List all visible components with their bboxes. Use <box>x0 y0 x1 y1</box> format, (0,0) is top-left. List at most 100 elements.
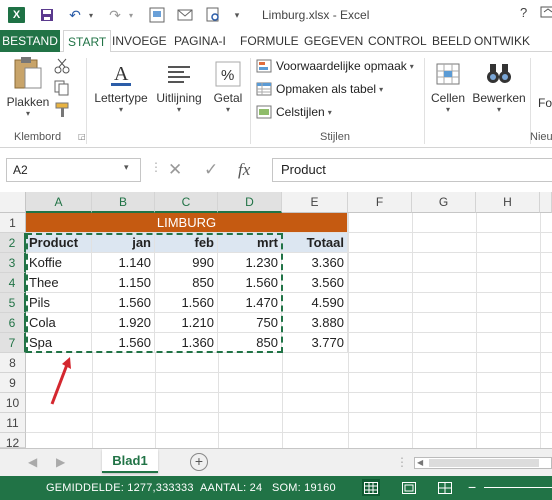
clipboard-launcher-icon[interactable]: ◲ <box>78 132 86 141</box>
cells-dropdown-icon[interactable]: ▾ <box>428 105 468 114</box>
row-header[interactable]: 4 <box>0 273 26 293</box>
form-icon[interactable] <box>148 6 166 24</box>
table-cell[interactable]: Spa <box>26 333 92 353</box>
table-cell[interactable]: Cola <box>26 313 92 333</box>
name-box-dropdown-icon[interactable]: ▾ <box>124 162 129 173</box>
table-cell[interactable]: 3.880 <box>282 313 348 333</box>
column-header[interactable]: G <box>412 192 476 213</box>
table-cell[interactable]: Thee <box>26 273 92 293</box>
tab-split-grip-icon[interactable]: ⋮ <box>396 455 408 469</box>
table-cell[interactable]: 3.770 <box>282 333 348 353</box>
row-header[interactable]: 8 <box>0 353 26 373</box>
tab-insert[interactable]: INVOEGE <box>108 30 171 52</box>
header-cell[interactable]: mrt <box>218 233 282 253</box>
table-cell[interactable]: 850 <box>155 273 218 293</box>
add-sheet-icon[interactable]: + <box>190 453 208 471</box>
row-header[interactable]: 3 <box>0 253 26 273</box>
customize-qat-icon[interactable]: ▾ <box>230 6 244 24</box>
undo-dropdown-icon[interactable]: ▾ <box>86 6 96 24</box>
tab-file[interactable]: BESTAND <box>0 30 60 52</box>
zoom-slider[interactable] <box>484 487 552 488</box>
paste-button[interactable]: Plakken ▾ <box>4 56 52 118</box>
table-cell[interactable]: 750 <box>218 313 282 333</box>
table-cell[interactable]: 1.140 <box>92 253 155 273</box>
header-cell[interactable]: Product <box>26 233 92 253</box>
table-cell[interactable]: 3.360 <box>282 253 348 273</box>
number-button[interactable]: % Getal ▾ <box>208 60 248 114</box>
page-layout-view-icon[interactable] <box>400 479 418 496</box>
column-header[interactable]: C <box>155 192 218 213</box>
table-cell[interactable]: 3.560 <box>282 273 348 293</box>
table-cell[interactable]: 1.560 <box>92 333 155 353</box>
cell-styles-button[interactable]: Celstijlen ▾ <box>256 105 332 119</box>
header-cell[interactable]: feb <box>155 233 218 253</box>
table-cell[interactable]: 1.210 <box>155 313 218 333</box>
truncated-ribbon-item[interactable]: Fo <box>538 96 552 110</box>
ribbon-display-icon[interactable] <box>540 5 552 22</box>
save-icon[interactable] <box>38 6 56 24</box>
row-header[interactable]: 6 <box>0 313 26 333</box>
column-header[interactable]: H <box>476 192 540 213</box>
name-box[interactable]: A2 <box>6 158 141 182</box>
sheet-tab[interactable]: Blad1 <box>102 449 158 473</box>
table-cell[interactable]: 1.150 <box>92 273 155 293</box>
table-cell[interactable]: Koffie <box>26 253 92 273</box>
table-cell[interactable]: 1.920 <box>92 313 155 333</box>
row-header[interactable]: 12 <box>0 433 26 450</box>
number-dropdown-icon[interactable]: ▾ <box>208 105 248 114</box>
row-header[interactable]: 5 <box>0 293 26 313</box>
help-icon[interactable]: ? <box>520 5 527 20</box>
table-cell[interactable]: 4.590 <box>282 293 348 313</box>
table-cell[interactable]: 1.230 <box>218 253 282 273</box>
format-as-table-button[interactable]: Opmaken als tabel ▾ <box>256 82 383 96</box>
table-cell[interactable]: 990 <box>155 253 218 273</box>
column-header[interactable]: B <box>92 192 155 213</box>
tab-formulas[interactable]: FORMULE <box>236 30 303 52</box>
tab-view[interactable]: BEELD <box>428 30 475 52</box>
undo-icon[interactable]: ↶ <box>66 6 84 24</box>
cut-icon[interactable] <box>54 58 70 74</box>
format-painter-icon[interactable] <box>54 102 70 118</box>
alignment-button[interactable]: Uitlijning ▾ <box>152 60 206 114</box>
column-header[interactable]: A <box>26 192 92 213</box>
table-cell[interactable]: 1.470 <box>218 293 282 313</box>
header-cell[interactable]: Totaal <box>282 233 348 253</box>
title-band-cell[interactable]: LIMBURG <box>26 213 348 233</box>
copy-icon[interactable] <box>54 80 70 96</box>
tab-page-layout[interactable]: PAGINA-I <box>170 30 230 52</box>
cells-button[interactable]: Cellen ▾ <box>428 60 468 114</box>
table-cell[interactable]: 1.360 <box>155 333 218 353</box>
column-header[interactable] <box>540 192 552 213</box>
insert-function-icon[interactable]: fx <box>238 160 250 180</box>
row-header[interactable]: 1 <box>0 213 26 233</box>
row-header[interactable]: 10 <box>0 393 26 413</box>
row-header[interactable]: 11 <box>0 413 26 433</box>
column-header[interactable]: E <box>282 192 348 213</box>
alignment-dropdown-icon[interactable]: ▾ <box>152 105 206 114</box>
tab-data[interactable]: GEGEVEN <box>300 30 367 52</box>
column-header[interactable]: F <box>348 192 412 213</box>
cancel-icon[interactable]: ✕ <box>168 160 182 180</box>
table-cell[interactable]: 1.560 <box>92 293 155 313</box>
tab-developer[interactable]: ONTWIKK <box>470 30 534 52</box>
row-header[interactable]: 2 <box>0 233 26 253</box>
page-break-view-icon[interactable] <box>436 479 454 496</box>
row-header[interactable]: 7 <box>0 333 26 353</box>
enter-icon[interactable]: ✓ <box>204 160 218 180</box>
horizontal-scrollbar[interactable]: ◀ <box>414 457 552 469</box>
next-sheet-icon[interactable]: ▶ <box>56 455 65 469</box>
font-button[interactable]: A Lettertype ▾ <box>92 60 150 114</box>
tab-review[interactable]: CONTROL <box>364 30 431 52</box>
paste-dropdown-icon[interactable]: ▾ <box>4 109 52 118</box>
previous-sheet-icon[interactable]: ◀ <box>28 455 37 469</box>
print-preview-icon[interactable] <box>204 6 222 24</box>
redo-icon[interactable]: ↷ <box>106 6 124 24</box>
header-cell[interactable]: jan <box>92 233 155 253</box>
table-cell[interactable]: 850 <box>218 333 282 353</box>
column-header[interactable]: D <box>218 192 282 213</box>
tab-start[interactable]: START <box>63 30 112 53</box>
table-cell[interactable]: 1.560 <box>218 273 282 293</box>
table-cell[interactable]: 1.560 <box>155 293 218 313</box>
scrollbar-thumb[interactable] <box>429 459 539 467</box>
editing-dropdown-icon[interactable]: ▾ <box>472 105 526 114</box>
